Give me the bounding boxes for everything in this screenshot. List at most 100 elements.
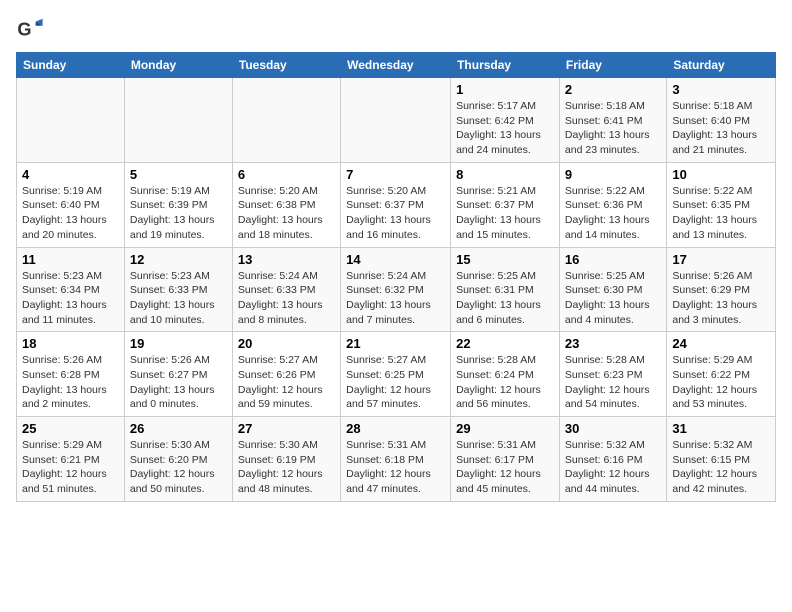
day-number: 26 [130,421,227,436]
day-info: Sunrise: 5:26 AM Sunset: 6:28 PM Dayligh… [22,353,119,412]
day-info: Sunrise: 5:20 AM Sunset: 6:38 PM Dayligh… [238,184,335,243]
week-row-2: 4 Sunrise: 5:19 AM Sunset: 6:40 PM Daylig… [17,162,776,247]
day-number: 31 [672,421,770,436]
calendar-cell: 25 Sunrise: 5:29 AM Sunset: 6:21 PM Dayli… [17,417,125,502]
calendar-cell: 21 Sunrise: 5:27 AM Sunset: 6:25 PM Dayli… [341,332,451,417]
day-info: Sunrise: 5:24 AM Sunset: 6:32 PM Dayligh… [346,269,445,328]
day-info: Sunrise: 5:30 AM Sunset: 6:20 PM Dayligh… [130,438,227,497]
header-cell-tuesday: Tuesday [232,53,340,78]
header-cell-thursday: Thursday [451,53,560,78]
day-info: Sunrise: 5:28 AM Sunset: 6:24 PM Dayligh… [456,353,554,412]
day-number: 22 [456,336,554,351]
svg-text:G: G [17,20,31,40]
day-info: Sunrise: 5:31 AM Sunset: 6:18 PM Dayligh… [346,438,445,497]
day-info: Sunrise: 5:29 AM Sunset: 6:22 PM Dayligh… [672,353,770,412]
day-info: Sunrise: 5:23 AM Sunset: 6:34 PM Dayligh… [22,269,119,328]
day-info: Sunrise: 5:31 AM Sunset: 6:17 PM Dayligh… [456,438,554,497]
calendar-cell: 13 Sunrise: 5:24 AM Sunset: 6:33 PM Dayli… [232,247,340,332]
day-info: Sunrise: 5:27 AM Sunset: 6:25 PM Dayligh… [346,353,445,412]
calendar-cell [341,78,451,163]
day-info: Sunrise: 5:21 AM Sunset: 6:37 PM Dayligh… [456,184,554,243]
calendar-cell: 11Sunrise: 5:23 AM Sunset: 6:34 PM Dayli… [17,247,125,332]
day-info: Sunrise: 5:29 AM Sunset: 6:21 PM Dayligh… [22,438,119,497]
calendar-cell: 12 Sunrise: 5:23 AM Sunset: 6:33 PM Dayli… [124,247,232,332]
day-number: 27 [238,421,335,436]
day-number: 8 [456,167,554,182]
week-row-1: 1 Sunrise: 5:17 AM Sunset: 6:42 PM Daylig… [17,78,776,163]
day-info: Sunrise: 5:30 AM Sunset: 6:19 PM Dayligh… [238,438,335,497]
day-info: Sunrise: 5:27 AM Sunset: 6:26 PM Dayligh… [238,353,335,412]
calendar-cell: 1 Sunrise: 5:17 AM Sunset: 6:42 PM Daylig… [451,78,560,163]
day-info: Sunrise: 5:20 AM Sunset: 6:37 PM Dayligh… [346,184,445,243]
day-info: Sunrise: 5:19 AM Sunset: 6:39 PM Dayligh… [130,184,227,243]
day-number: 9 [565,167,661,182]
day-info: Sunrise: 5:22 AM Sunset: 6:35 PM Dayligh… [672,184,770,243]
calendar-cell: 19 Sunrise: 5:26 AM Sunset: 6:27 PM Dayli… [124,332,232,417]
day-number: 4 [22,167,119,182]
calendar-cell: 17 Sunrise: 5:26 AM Sunset: 6:29 PM Dayli… [667,247,776,332]
day-info: Sunrise: 5:32 AM Sunset: 6:15 PM Dayligh… [672,438,770,497]
day-number: 19 [130,336,227,351]
day-number: 24 [672,336,770,351]
header-cell-sunday: Sunday [17,53,125,78]
calendar-cell: 30 Sunrise: 5:32 AM Sunset: 6:16 PM Dayli… [559,417,666,502]
day-number: 1 [456,82,554,97]
calendar-cell [17,78,125,163]
calendar-cell: 31 Sunrise: 5:32 AM Sunset: 6:15 PM Dayli… [667,417,776,502]
day-number: 18 [22,336,119,351]
calendar-cell: 8 Sunrise: 5:21 AM Sunset: 6:37 PM Daylig… [451,162,560,247]
calendar-cell: 4 Sunrise: 5:19 AM Sunset: 6:40 PM Daylig… [17,162,125,247]
logo: G [16,16,48,44]
header-cell-monday: Monday [124,53,232,78]
day-info: Sunrise: 5:28 AM Sunset: 6:23 PM Dayligh… [565,353,661,412]
day-number: 14 [346,252,445,267]
calendar-cell: 27 Sunrise: 5:30 AM Sunset: 6:19 PM Dayli… [232,417,340,502]
day-number: 12 [130,252,227,267]
calendar-cell: 3Sunrise: 5:18 AM Sunset: 6:40 PM Daylig… [667,78,776,163]
day-info: Sunrise: 5:25 AM Sunset: 6:30 PM Dayligh… [565,269,661,328]
calendar-table: SundayMondayTuesdayWednesdayThursdayFrid… [16,52,776,502]
day-info: Sunrise: 5:24 AM Sunset: 6:33 PM Dayligh… [238,269,335,328]
day-number: 3 [672,82,770,97]
day-number: 17 [672,252,770,267]
day-number: 23 [565,336,661,351]
week-row-5: 25 Sunrise: 5:29 AM Sunset: 6:21 PM Dayli… [17,417,776,502]
day-number: 7 [346,167,445,182]
day-info: Sunrise: 5:18 AM Sunset: 6:41 PM Dayligh… [565,99,661,158]
header-cell-wednesday: Wednesday [341,53,451,78]
day-info: Sunrise: 5:26 AM Sunset: 6:27 PM Dayligh… [130,353,227,412]
day-number: 16 [565,252,661,267]
calendar-cell: 15 Sunrise: 5:25 AM Sunset: 6:31 PM Dayli… [451,247,560,332]
page-header: G [16,16,776,44]
day-info: Sunrise: 5:23 AM Sunset: 6:33 PM Dayligh… [130,269,227,328]
header-row: SundayMondayTuesdayWednesdayThursdayFrid… [17,53,776,78]
day-info: Sunrise: 5:26 AM Sunset: 6:29 PM Dayligh… [672,269,770,328]
header-cell-saturday: Saturday [667,53,776,78]
day-number: 25 [22,421,119,436]
calendar-cell: 28Sunrise: 5:31 AM Sunset: 6:18 PM Dayli… [341,417,451,502]
logo-icon: G [16,16,44,44]
calendar-cell: 29 Sunrise: 5:31 AM Sunset: 6:17 PM Dayli… [451,417,560,502]
day-info: Sunrise: 5:25 AM Sunset: 6:31 PM Dayligh… [456,269,554,328]
day-number: 30 [565,421,661,436]
day-number: 21 [346,336,445,351]
day-number: 6 [238,167,335,182]
day-number: 2 [565,82,661,97]
day-number: 15 [456,252,554,267]
day-number: 13 [238,252,335,267]
day-number: 29 [456,421,554,436]
calendar-cell: 5 Sunrise: 5:19 AM Sunset: 6:39 PM Daylig… [124,162,232,247]
calendar-cell: 7 Sunrise: 5:20 AM Sunset: 6:37 PM Daylig… [341,162,451,247]
calendar-cell: 10Sunrise: 5:22 AM Sunset: 6:35 PM Dayli… [667,162,776,247]
calendar-cell: 6 Sunrise: 5:20 AM Sunset: 6:38 PM Daylig… [232,162,340,247]
day-info: Sunrise: 5:19 AM Sunset: 6:40 PM Dayligh… [22,184,119,243]
week-row-3: 11Sunrise: 5:23 AM Sunset: 6:34 PM Dayli… [17,247,776,332]
calendar-cell: 23 Sunrise: 5:28 AM Sunset: 6:23 PM Dayli… [559,332,666,417]
calendar-cell: 14 Sunrise: 5:24 AM Sunset: 6:32 PM Dayli… [341,247,451,332]
day-info: Sunrise: 5:32 AM Sunset: 6:16 PM Dayligh… [565,438,661,497]
day-number: 5 [130,167,227,182]
header-cell-friday: Friday [559,53,666,78]
calendar-cell: 16 Sunrise: 5:25 AM Sunset: 6:30 PM Dayli… [559,247,666,332]
day-info: Sunrise: 5:17 AM Sunset: 6:42 PM Dayligh… [456,99,554,158]
day-info: Sunrise: 5:22 AM Sunset: 6:36 PM Dayligh… [565,184,661,243]
